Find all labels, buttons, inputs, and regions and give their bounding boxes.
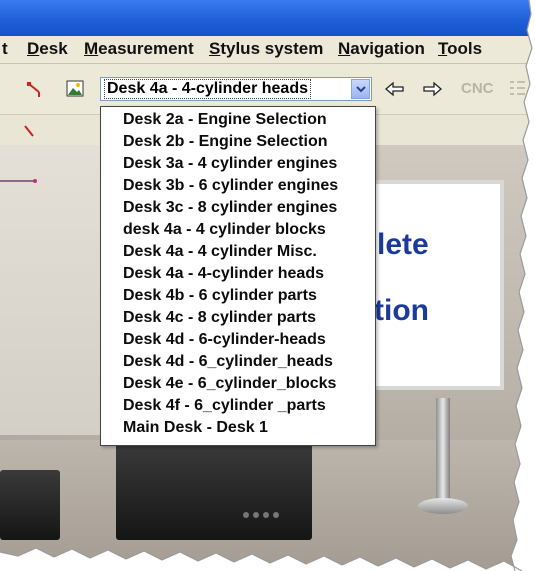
title-bar: [0, 0, 535, 36]
fixture-center: [116, 444, 312, 540]
list-item[interactable]: Desk 4d - 6_cylinder_heads: [101, 351, 373, 373]
menu-bar: t Desk Measurement Stylus system Navigat…: [0, 36, 535, 64]
probe-post: [436, 398, 450, 508]
right-arrow-icon[interactable]: [421, 80, 443, 98]
image-icon[interactable]: [65, 79, 85, 99]
menu-tools[interactable]: Tools: [438, 39, 482, 59]
list-item[interactable]: Desk 4a - 4 cylinder Misc.: [101, 241, 373, 263]
list-item[interactable]: Desk 4f - 6_cylinder _parts: [101, 395, 373, 417]
list-item[interactable]: Desk 4c - 8 cylinder parts: [101, 307, 373, 329]
screenshot: t Desk Measurement Stylus system Navigat…: [0, 0, 535, 571]
slide-text-line1: lete: [377, 228, 429, 261]
marker-icon: [24, 125, 34, 137]
list-item[interactable]: desk 4a - 4 cylinder blocks: [101, 219, 373, 241]
menu-navigation[interactable]: Navigation: [338, 39, 425, 59]
left-panel: [0, 145, 100, 435]
probe-line-icon: [0, 179, 37, 183]
fixture-left: [0, 470, 60, 540]
dropdown-arrow-button[interactable]: [351, 79, 370, 99]
menu-desk[interactable]: Desk: [27, 39, 68, 59]
desk-select-value: Desk 4a - 4-cylinder heads: [104, 79, 311, 99]
probe-post-base: [418, 498, 468, 514]
list-item[interactable]: Desk 2a - Engine Selection: [101, 109, 373, 131]
list-item[interactable]: Desk 4b - 6 cylinder parts: [101, 285, 373, 307]
menu-edit[interactable]: t: [2, 39, 8, 59]
list-item[interactable]: Main Desk - Desk 1: [101, 417, 373, 439]
desk-dropdown-list[interactable]: Desk 2a - Engine Selection Desk 2b - Eng…: [100, 106, 376, 446]
menu-stylus-system[interactable]: Stylus system: [209, 39, 323, 59]
left-arrow-icon[interactable]: [384, 80, 406, 98]
cnc-button[interactable]: CNC: [461, 80, 494, 97]
list-item[interactable]: Desk 4a - 4-cylinder heads: [101, 263, 373, 285]
slide-text-line2: tion: [374, 294, 429, 327]
list-item[interactable]: Desk 4d - 6-cylinder-heads: [101, 329, 373, 351]
menu-measurement[interactable]: Measurement: [84, 39, 194, 59]
chevron-down-icon: [356, 86, 366, 93]
desk-select[interactable]: Desk 4a - 4-cylinder heads: [100, 77, 372, 101]
program-grid-icon[interactable]: [508, 78, 528, 100]
fixture-holes: [243, 512, 279, 518]
path-tool-icon[interactable]: [25, 79, 45, 99]
list-item[interactable]: Desk 2b - Engine Selection: [101, 131, 373, 153]
list-item[interactable]: Desk 3c - 8 cylinder engines: [101, 197, 373, 219]
list-item[interactable]: Desk 3a - 4 cylinder engines: [101, 153, 373, 175]
background-slide: lete tion: [372, 180, 504, 390]
list-item[interactable]: Desk 4e - 6_cylinder_blocks: [101, 373, 373, 395]
list-item[interactable]: Desk 3b - 6 cylinder engines: [101, 175, 373, 197]
